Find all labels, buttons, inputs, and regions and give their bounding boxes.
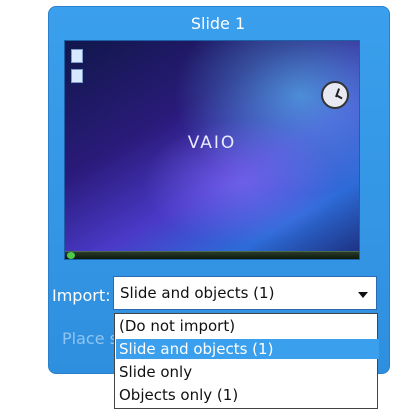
desktop-icon xyxy=(71,49,83,63)
dropdown-arrow-icon[interactable] xyxy=(358,292,368,298)
import-option-slide-only[interactable]: Slide only xyxy=(116,362,379,382)
clock-icon xyxy=(321,81,349,109)
import-option-slide-and-objects[interactable]: Slide and objects (1) xyxy=(116,339,379,359)
import-option-objects-only[interactable]: Objects only (1) xyxy=(116,385,379,405)
slide-thumbnail[interactable]: VAIO xyxy=(64,40,360,260)
thumbnail-logo: VAIO xyxy=(187,133,237,153)
import-dropdown-list[interactable]: (Do not import) Slide and objects (1) Sl… xyxy=(114,313,379,409)
import-combobox[interactable]: Slide and objects (1) xyxy=(113,276,377,310)
import-label: Import: xyxy=(52,286,111,305)
slide-title: Slide 1 xyxy=(190,14,246,33)
desktop-icon xyxy=(71,69,83,83)
thumbnail-taskbar xyxy=(65,251,359,259)
import-option-do-not-import[interactable]: (Do not import) xyxy=(116,316,379,336)
import-selected-value: Slide and objects (1) xyxy=(120,284,275,302)
start-button-icon xyxy=(67,252,75,259)
